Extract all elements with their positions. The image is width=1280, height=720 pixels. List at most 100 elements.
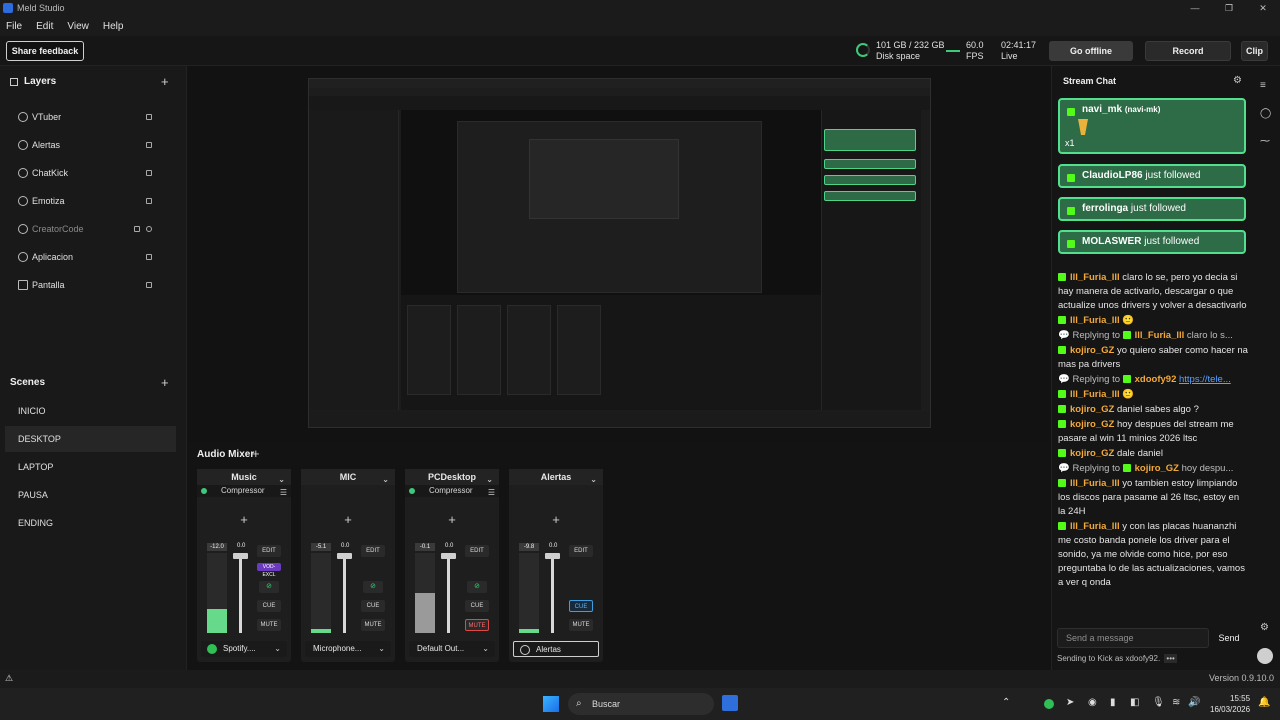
- volume-fader-handle[interactable]: [337, 553, 352, 559]
- chat-message-list[interactable]: lll_Furia_lll claro lo se, pero yo decia…: [1058, 271, 1248, 616]
- meld-studio-taskbar-icon[interactable]: [722, 695, 738, 711]
- add-effect-button[interactable]: +: [197, 501, 291, 539]
- maximize-button[interactable]: ❐: [1212, 0, 1246, 16]
- windows-start-icon[interactable]: [543, 696, 559, 712]
- lock-icon[interactable]: [146, 114, 152, 120]
- cue-button[interactable]: CUE: [569, 600, 593, 612]
- strip-effect[interactable]: Compressor ☰: [405, 485, 499, 497]
- strip-name[interactable]: PCDesktop ⌄: [405, 469, 499, 485]
- menu-view[interactable]: View: [67, 21, 89, 32]
- scene-item-pausa[interactable]: PAUSA: [5, 482, 176, 508]
- audio-wave-icon[interactable]: ⁓: [1260, 136, 1270, 147]
- effect-on-icon[interactable]: [409, 488, 415, 494]
- edit-button[interactable]: EDIT: [569, 545, 593, 557]
- hidden-icon[interactable]: [146, 226, 152, 232]
- link-icon[interactable]: ⊘: [467, 581, 487, 593]
- tray-icon[interactable]: ▮: [1110, 697, 1116, 708]
- volume-fader-handle[interactable]: [441, 553, 456, 559]
- menu-icon[interactable]: ≡: [1260, 80, 1266, 91]
- volume-icon[interactable]: 🔊: [1188, 697, 1200, 708]
- scene-item-inicio[interactable]: INICIO: [5, 398, 176, 424]
- volume-fader-track[interactable]: [343, 553, 346, 633]
- lock-icon[interactable]: [146, 170, 152, 176]
- volume-fader-handle[interactable]: [545, 553, 560, 559]
- menu-edit[interactable]: Edit: [36, 21, 53, 32]
- settings-icon[interactable]: ⚙: [1260, 622, 1269, 633]
- more-options-button[interactable]: •••: [1164, 654, 1177, 663]
- avatar[interactable]: [1257, 648, 1273, 664]
- scene-preview[interactable]: [308, 78, 931, 428]
- layer-item-aplicacion[interactable]: Aplicacion: [18, 248, 158, 266]
- edit-button[interactable]: EDIT: [361, 545, 385, 557]
- strip-name[interactable]: MIC ⌄: [301, 469, 395, 485]
- mute-button[interactable]: MUTE: [361, 619, 385, 631]
- chevron-down-icon[interactable]: ⌄: [382, 472, 389, 488]
- mute-button[interactable]: MUTE: [257, 619, 281, 631]
- volume-fader-handle[interactable]: [233, 553, 248, 559]
- discord-tray-icon[interactable]: ◉: [1088, 697, 1097, 708]
- layer-item-pantalla[interactable]: Pantalla: [18, 276, 158, 294]
- layer-item-emotiza[interactable]: Emotiza: [18, 192, 158, 210]
- tray-icon[interactable]: ◧: [1130, 697, 1139, 708]
- mute-button[interactable]: MUTE: [569, 619, 593, 631]
- minimize-button[interactable]: —: [1178, 0, 1212, 16]
- close-button[interactable]: ✕: [1246, 0, 1280, 16]
- audio-source-select[interactable]: Alertas: [513, 641, 599, 657]
- tune-icon[interactable]: ☰: [488, 487, 495, 499]
- warning-icon[interactable]: ⚠: [5, 673, 13, 684]
- menu-file[interactable]: File: [6, 21, 22, 32]
- link-icon[interactable]: ⊘: [259, 581, 279, 593]
- link-icon[interactable]: ⊘: [363, 581, 383, 593]
- layer-item-creatorcode[interactable]: CreatorCode: [18, 220, 158, 238]
- chat-send-button[interactable]: Send: [1209, 628, 1249, 648]
- volume-fader-track[interactable]: [551, 553, 554, 633]
- strip-effect[interactable]: Compressor ☰: [197, 485, 291, 497]
- edit-button[interactable]: EDIT: [257, 545, 281, 557]
- edit-button[interactable]: EDIT: [465, 545, 489, 557]
- cue-button[interactable]: CUE: [465, 600, 489, 612]
- wifi-icon[interactable]: ≋: [1172, 697, 1180, 708]
- chevron-up-icon[interactable]: ⌃: [1002, 697, 1010, 708]
- layer-item-vtuber[interactable]: VTuber: [18, 108, 158, 126]
- scene-item-desktop[interactable]: DESKTOP: [5, 426, 176, 452]
- chat-bubble-icon[interactable]: ◯: [1260, 108, 1271, 119]
- gear-icon[interactable]: ⚙: [1233, 75, 1242, 86]
- chat-message-input[interactable]: Send a message: [1057, 628, 1209, 648]
- lock-icon[interactable]: [134, 226, 140, 232]
- strip-name[interactable]: Alertas ⌄: [509, 469, 603, 485]
- clip-button[interactable]: Clip: [1241, 41, 1268, 61]
- add-effect-button[interactable]: +: [301, 501, 395, 539]
- taskbar-search[interactable]: ⌕ Buscar: [568, 693, 714, 715]
- layer-item-alertas[interactable]: Alertas: [18, 136, 158, 154]
- audio-source-select[interactable]: Spotify.... ⌄: [201, 641, 287, 657]
- add-effect-button[interactable]: +: [405, 501, 499, 539]
- share-feedback-button[interactable]: Share feedback: [6, 41, 84, 61]
- add-effect-button[interactable]: +: [509, 501, 603, 539]
- lock-icon[interactable]: [146, 198, 152, 204]
- microphone-icon[interactable]: 🎙: [1152, 697, 1165, 708]
- add-audio-source-button[interactable]: +: [252, 446, 260, 461]
- lock-icon[interactable]: [146, 282, 152, 288]
- strip-name[interactable]: Music ⌄: [197, 469, 291, 485]
- lock-icon[interactable]: [146, 254, 152, 260]
- effect-on-icon[interactable]: [201, 488, 207, 494]
- taskbar-clock[interactable]: 15:55 16/03/2026: [1210, 693, 1250, 715]
- spotify-tray-icon[interactable]: [1044, 699, 1054, 709]
- go-offline-button[interactable]: Go offline: [1049, 41, 1133, 61]
- tune-icon[interactable]: ☰: [280, 487, 287, 499]
- chevron-down-icon[interactable]: ⌄: [590, 472, 597, 488]
- cue-button[interactable]: CUE: [257, 600, 281, 612]
- volume-fader-track[interactable]: [239, 553, 242, 633]
- record-button[interactable]: Record: [1145, 41, 1231, 61]
- lock-icon[interactable]: [146, 142, 152, 148]
- scene-item-laptop[interactable]: LAPTOP: [5, 454, 176, 480]
- mute-button[interactable]: MUTE: [465, 619, 489, 631]
- add-scene-button[interactable]: +: [161, 375, 169, 390]
- scene-item-ending[interactable]: ENDING: [5, 510, 176, 536]
- telegram-tray-icon[interactable]: ➤: [1066, 697, 1074, 708]
- vod-exclude-tag[interactable]: VOD-EXCL: [257, 563, 281, 578]
- menu-help[interactable]: Help: [103, 21, 124, 32]
- add-layer-button[interactable]: +: [161, 74, 169, 89]
- layer-item-chatkick[interactable]: ChatKick: [18, 164, 158, 182]
- audio-source-select[interactable]: Default Out... ⌄: [409, 641, 495, 657]
